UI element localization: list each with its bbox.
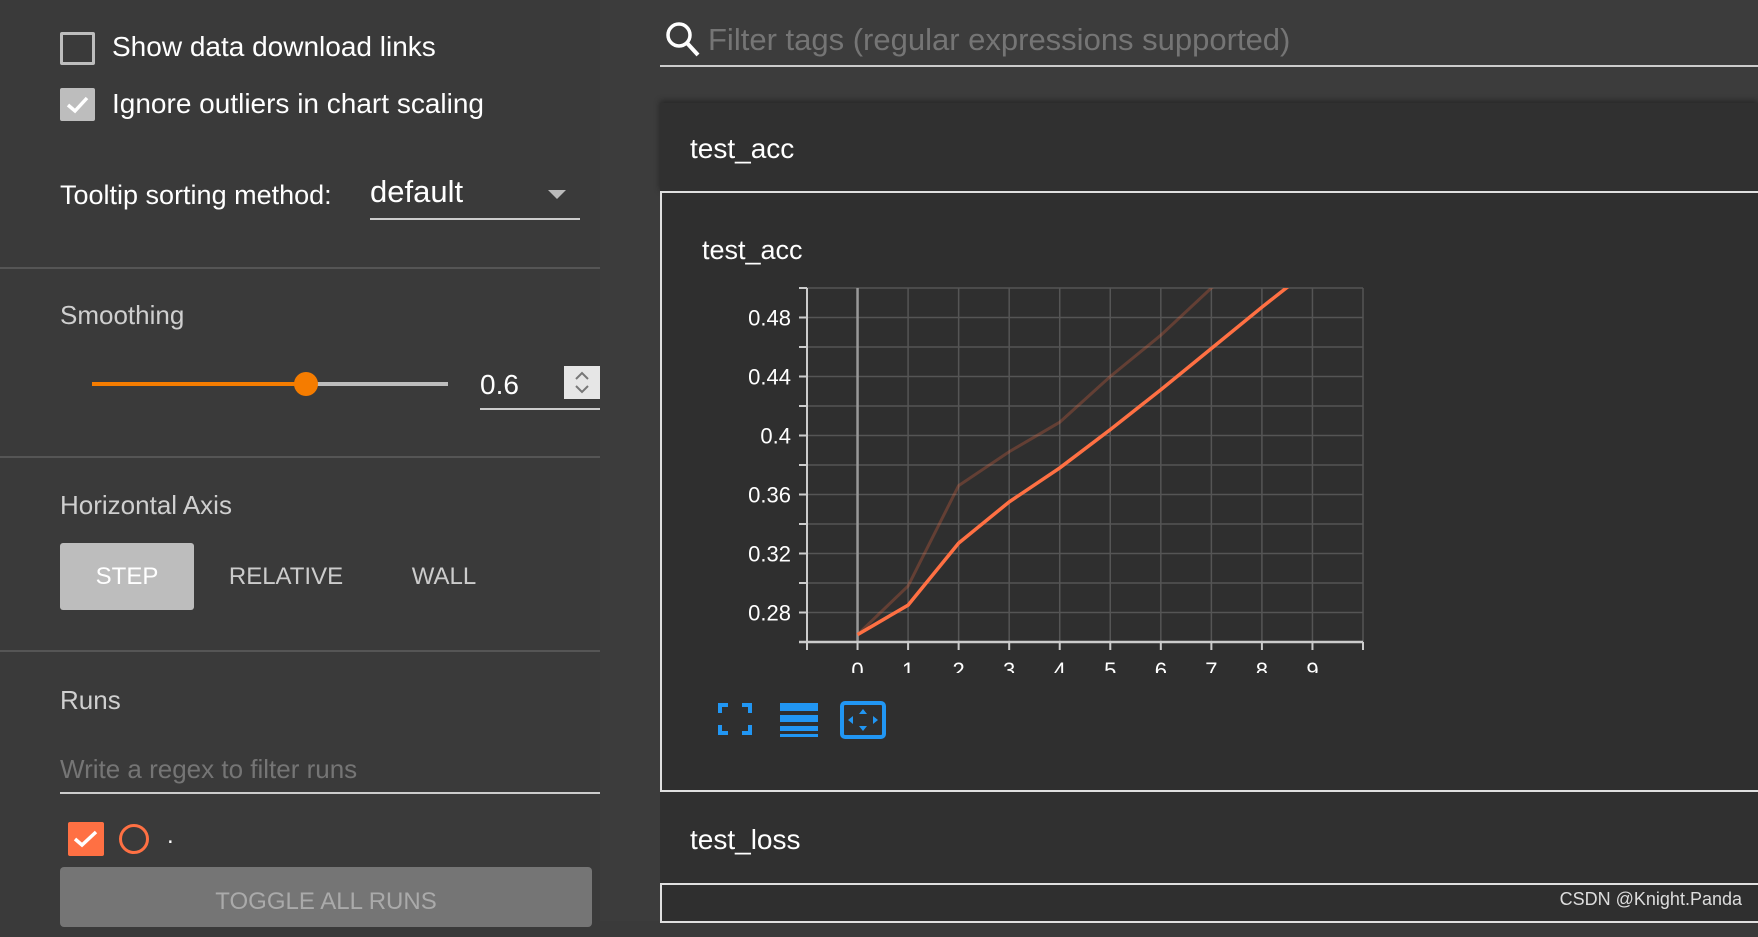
x-tick-label: 9 bbox=[1306, 658, 1318, 673]
legend-list-icon[interactable] bbox=[780, 703, 818, 737]
runs-label: Runs bbox=[60, 685, 121, 715]
divider bbox=[0, 650, 600, 652]
y-tick-label: 0.4 bbox=[760, 424, 791, 449]
x-tick-label: 0 bbox=[851, 658, 863, 673]
line-chart[interactable]: 0 1 2 3 4 5 6 7 8 9 0.28 0.32 0.36 0.4 0.44 0.48 bbox=[662, 193, 1422, 673]
ignore-outliers-checkbox[interactable] bbox=[60, 88, 95, 121]
x-tick-label: 3 bbox=[1003, 658, 1015, 673]
stepper-icon[interactable] bbox=[564, 366, 600, 399]
tooltip-sorting-value: default bbox=[370, 174, 464, 209]
series-line-smoothed bbox=[856, 288, 1290, 637]
y-tick-label: 0.36 bbox=[748, 483, 791, 508]
y-tick-label: 0.28 bbox=[748, 601, 791, 626]
smoothing-input[interactable]: 0.6 bbox=[480, 362, 600, 410]
x-tick-label: 2 bbox=[953, 658, 965, 673]
horizontal-axis-label: Horizontal Axis bbox=[60, 490, 232, 520]
smoothing-label: Smoothing bbox=[60, 300, 185, 330]
x-tick-label: 7 bbox=[1205, 658, 1217, 673]
fit-domain-icon[interactable] bbox=[840, 701, 886, 739]
toggle-all-runs-button[interactable]: TOGGLE ALL RUNS bbox=[60, 867, 592, 927]
run-name: . bbox=[167, 822, 174, 849]
runs-filter-input[interactable] bbox=[60, 746, 600, 794]
x-tick-label: 4 bbox=[1054, 658, 1066, 673]
y-tick-label: 0.48 bbox=[748, 306, 791, 331]
run-color-circle-icon[interactable] bbox=[119, 824, 149, 854]
ignore-outliers-label: Ignore outliers in chart scaling bbox=[112, 88, 484, 119]
group-title: test_loss bbox=[690, 824, 801, 855]
group-title: test_acc bbox=[690, 133, 795, 164]
axis-wall-button[interactable]: WALL bbox=[394, 543, 494, 610]
smoothing-slider[interactable] bbox=[92, 370, 448, 398]
x-tick-label: 1 bbox=[902, 658, 914, 673]
y-tick-label: 0.32 bbox=[748, 542, 791, 567]
tooltip-sorting-label: Tooltip sorting method: bbox=[60, 180, 332, 210]
filter-tags-input[interactable] bbox=[660, 14, 1758, 67]
watermark: CSDN @Knight.Panda bbox=[1559, 889, 1742, 909]
group-header-test-acc[interactable]: test_acc bbox=[660, 103, 1758, 192]
x-tick-label: 8 bbox=[1256, 658, 1268, 673]
divider bbox=[0, 267, 600, 269]
axis-step-button[interactable]: STEP bbox=[60, 543, 194, 610]
series-line-raw bbox=[856, 288, 1214, 636]
slider-fill bbox=[92, 382, 306, 386]
check-icon bbox=[73, 830, 98, 848]
run-checkbox[interactable] bbox=[68, 822, 104, 856]
divider bbox=[0, 456, 600, 458]
smoothing-value: 0.6 bbox=[480, 369, 519, 400]
axis-relative-button[interactable]: RELATIVE bbox=[216, 543, 356, 610]
show-download-links-checkbox[interactable] bbox=[60, 32, 95, 65]
chart-card: test_acc 0 1 2 3 4 5 6 7 8 9 0.28 0.32 0.36 0.4 0.44 0.… bbox=[660, 191, 1758, 792]
x-tick-label: 6 bbox=[1155, 658, 1167, 673]
slider-knob[interactable] bbox=[294, 372, 318, 396]
fullscreen-icon[interactable] bbox=[718, 703, 752, 735]
x-tick-label: 5 bbox=[1104, 658, 1116, 673]
sidebar: Show data download links Ignore outliers… bbox=[0, 0, 600, 927]
check-icon bbox=[66, 96, 89, 114]
tooltip-sorting-dropdown[interactable]: default bbox=[370, 172, 580, 220]
show-download-links-label: Show data download links bbox=[112, 31, 436, 62]
chevron-down-icon bbox=[548, 190, 566, 199]
group-header-test-loss[interactable]: test_loss bbox=[660, 792, 1758, 884]
y-tick-label: 0.44 bbox=[748, 365, 791, 390]
